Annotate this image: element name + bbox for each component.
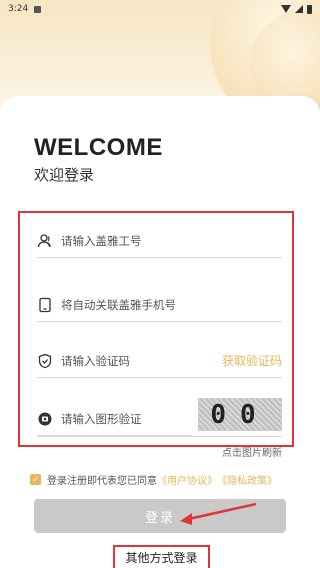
login-button[interactable]: 登录 xyxy=(34,499,286,533)
get-code-button[interactable]: 获取验证码 xyxy=(222,352,282,369)
employee-id-field[interactable]: 请输入盖雅工号 xyxy=(37,224,282,258)
image-code-underline xyxy=(37,436,282,437)
notification-icon xyxy=(34,5,42,13)
captcha-icon xyxy=(37,411,53,427)
page-subtitle: 欢迎登录 xyxy=(34,166,95,184)
user-agreement-link[interactable]: 《用户协议》 xyxy=(157,472,217,487)
captcha-text: 00 xyxy=(210,399,270,430)
employee-id-placeholder: 请输入盖雅工号 xyxy=(61,233,142,248)
shield-icon xyxy=(37,353,53,369)
page-title: WELCOME xyxy=(34,134,163,161)
sms-code-placeholder: 请输入验证码 xyxy=(61,353,130,368)
other-login-label: 其他方式登录 xyxy=(125,551,198,565)
privacy-policy-link[interactable]: 《隐私政策》 xyxy=(217,472,277,487)
status-time: 3:24 xyxy=(8,4,29,14)
phone-icon xyxy=(37,297,53,313)
login-button-label: 登录 xyxy=(144,510,175,526)
signal-icon xyxy=(295,5,303,13)
agreement-row: ✓ 登录注册即代表您已同意 《用户协议》 《隐私政策》 xyxy=(30,472,300,487)
other-login-button[interactable]: 其他方式登录 xyxy=(113,545,210,568)
user-icon xyxy=(37,233,53,249)
sms-code-field[interactable]: 请输入验证码 获取验证码 xyxy=(37,344,282,378)
image-code-placeholder: 请输入图形验证 xyxy=(61,411,142,426)
phone-field[interactable]: 将自动关联盖雅手机号 xyxy=(37,288,282,322)
phone-placeholder: 将自动关联盖雅手机号 xyxy=(61,297,176,312)
agreement-text: 登录注册即代表您已同意 xyxy=(47,476,157,487)
refresh-tip: 点击图片刷新 xyxy=(222,448,282,459)
wifi-icon xyxy=(281,5,291,13)
battery-icon xyxy=(307,4,312,14)
status-bar: 3:24 xyxy=(0,0,320,18)
image-code-field[interactable]: 请输入图形验证 xyxy=(37,402,192,436)
check-icon[interactable]: ✓ xyxy=(30,474,41,485)
captcha-image[interactable]: 00 xyxy=(198,398,282,431)
